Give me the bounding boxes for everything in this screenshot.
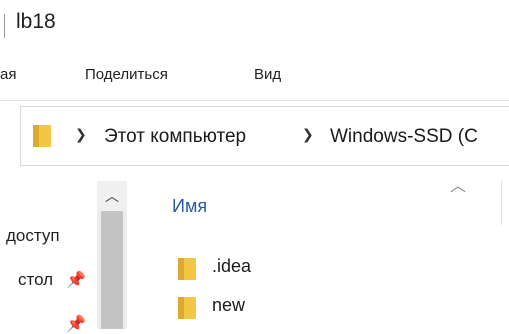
- nav-item-desktop[interactable]: стол: [18, 270, 53, 290]
- chevron-right-icon[interactable]: ❯: [75, 126, 87, 143]
- file-row[interactable]: new: [172, 292, 502, 322]
- breadcrumb-this-computer[interactable]: Этот компьютер: [104, 126, 246, 148]
- column-separator[interactable]: [501, 181, 502, 225]
- title-divider: [4, 14, 5, 38]
- ribbon-divider: [0, 100, 509, 101]
- sort-ascending-icon: ︿: [450, 178, 467, 195]
- folder-icon: [178, 258, 196, 280]
- file-row[interactable]: .idea: [172, 253, 502, 283]
- window-title: lb18: [16, 10, 56, 33]
- ribbon-tab-share[interactable]: Поделиться: [85, 66, 168, 83]
- nav-scrollbar-thumb[interactable]: [101, 211, 123, 329]
- scroll-up-arrow-icon[interactable]: ︿: [97, 181, 127, 211]
- folder-icon: [178, 297, 196, 319]
- column-header-name[interactable]: Имя: [172, 196, 207, 217]
- folder-icon: [33, 125, 51, 147]
- chevron-right-icon[interactable]: ❯: [302, 126, 314, 143]
- breadcrumb-windows-ssd[interactable]: Windows-SSD (С: [330, 126, 509, 148]
- ribbon-tab-partial[interactable]: ая: [0, 66, 16, 83]
- pin-icon[interactable]: 📌: [66, 270, 86, 290]
- file-name: new: [212, 295, 246, 315]
- pin-icon[interactable]: 📌: [66, 314, 86, 334]
- nav-item-quick-access[interactable]: доступ: [6, 226, 60, 246]
- file-name: .idea: [212, 256, 252, 276]
- ribbon-tab-view[interactable]: Вид: [254, 66, 281, 83]
